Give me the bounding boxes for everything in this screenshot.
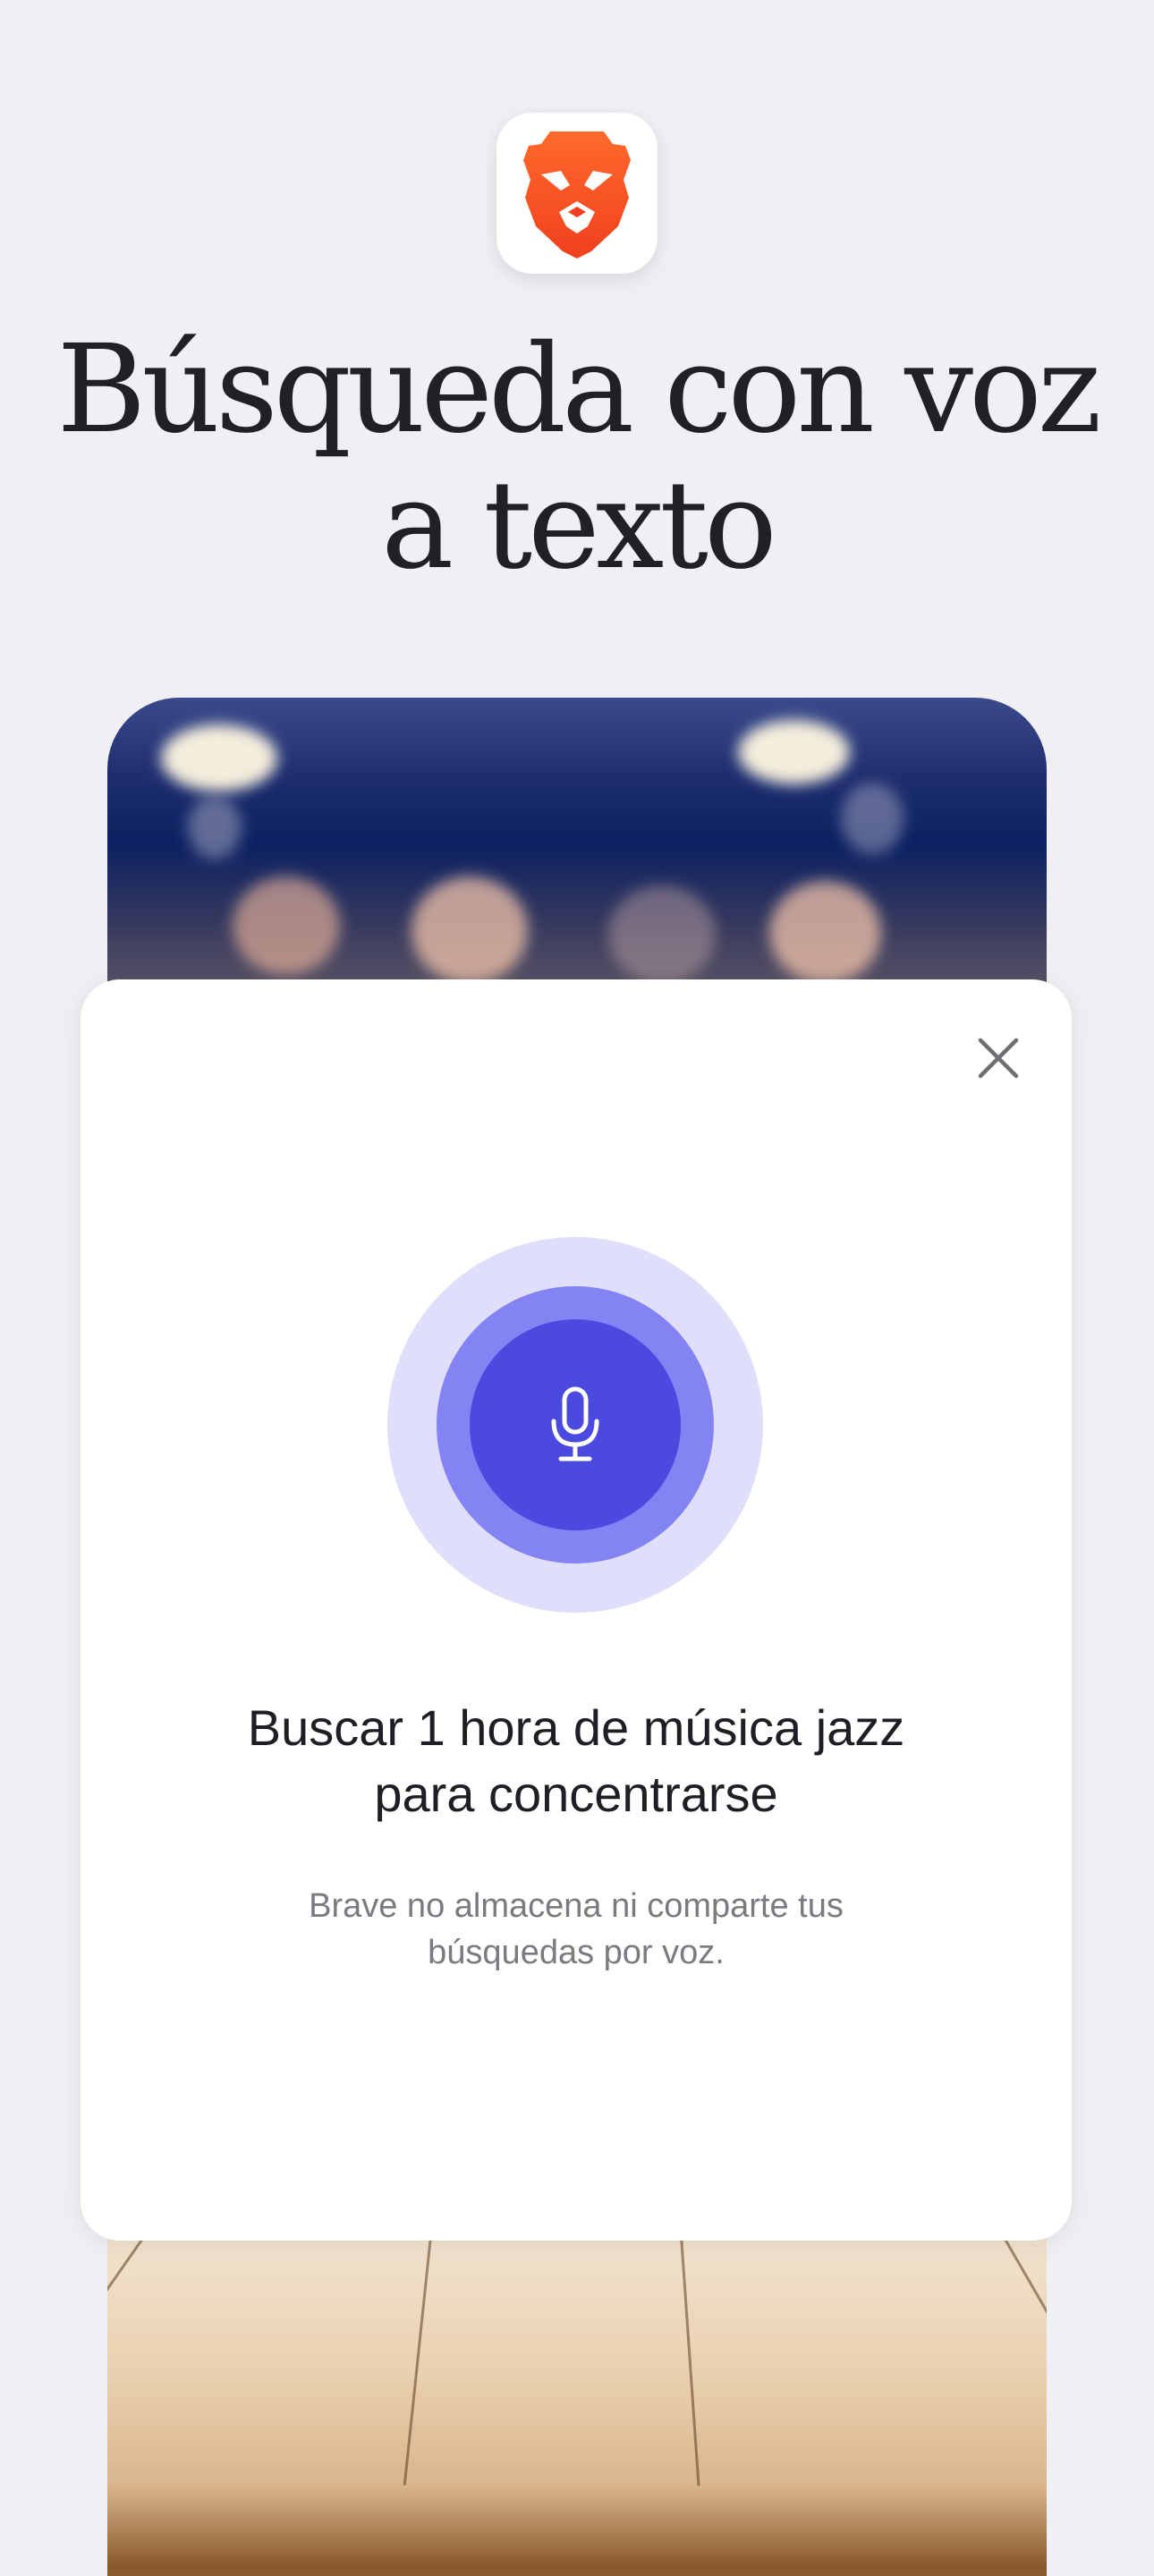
photo-bokeh-ceiling — [107, 698, 1047, 1020]
brave-app-icon — [496, 113, 658, 274]
photo-wooden-table — [107, 2235, 1047, 2576]
microphone-button[interactable] — [470, 1319, 681, 1530]
headline-line-2: a texto — [381, 455, 777, 597]
voice-search-modal: Buscar 1 hora de música jazz para concen… — [81, 979, 1072, 2241]
close-icon — [978, 1038, 1019, 1079]
headline-line-1: Búsqueda con voz — [56, 319, 1101, 461]
brave-lion-icon — [523, 131, 631, 258]
recognized-query-text: Buscar 1 hora de música jazz para concen… — [81, 1695, 1072, 1827]
page-headline: Búsqueda con voz a texto — [0, 322, 1154, 594]
microphone-icon — [551, 1386, 599, 1462]
close-button[interactable] — [970, 1030, 1027, 1087]
query-line-2: para concentrarse — [374, 1766, 778, 1822]
privacy-note: Brave no almacena ni comparte tus búsque… — [309, 1887, 844, 1971]
query-line-1: Buscar 1 hora de música jazz — [247, 1699, 905, 1756]
